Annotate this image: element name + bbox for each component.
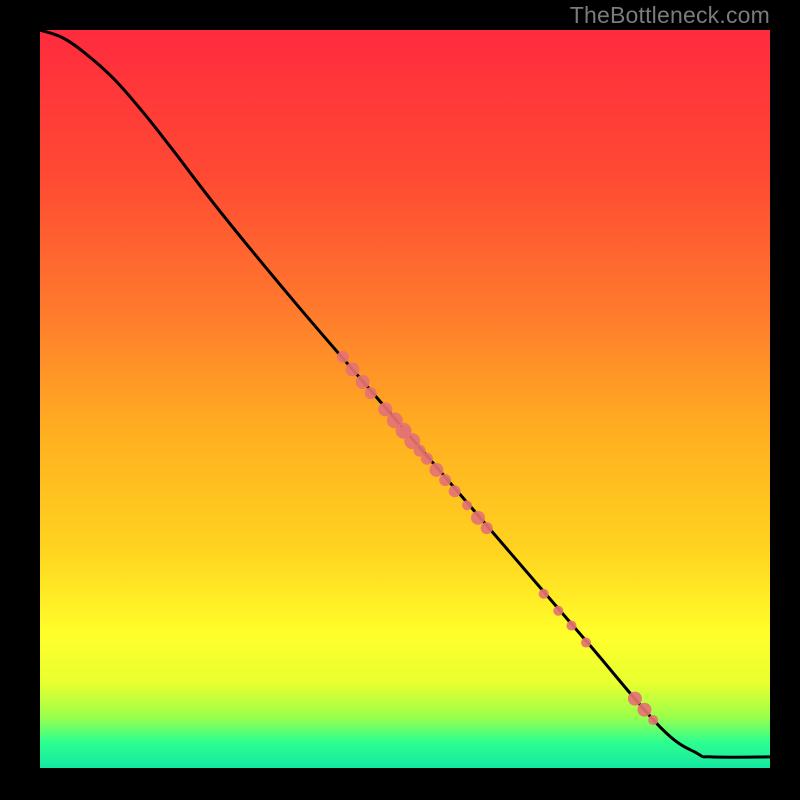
data-point xyxy=(345,362,359,376)
data-point xyxy=(356,375,370,389)
data-point xyxy=(566,621,576,631)
data-point xyxy=(365,387,377,399)
data-point xyxy=(581,638,591,648)
data-point xyxy=(421,453,433,465)
data-point xyxy=(648,715,658,725)
data-point xyxy=(637,703,651,717)
data-point xyxy=(337,351,349,363)
data-point xyxy=(449,485,461,497)
watermark-text: TheBottleneck.com xyxy=(570,2,770,29)
data-point xyxy=(439,474,451,486)
gradient-background xyxy=(40,30,770,768)
data-point xyxy=(429,463,443,477)
chart-stage: TheBottleneck.com xyxy=(0,0,800,800)
data-point xyxy=(628,692,642,706)
data-point xyxy=(553,606,563,616)
data-point xyxy=(462,500,472,510)
data-point xyxy=(539,589,549,599)
data-point xyxy=(481,522,493,534)
plot-area xyxy=(40,30,770,768)
data-point xyxy=(399,426,411,438)
data-point xyxy=(471,511,485,525)
